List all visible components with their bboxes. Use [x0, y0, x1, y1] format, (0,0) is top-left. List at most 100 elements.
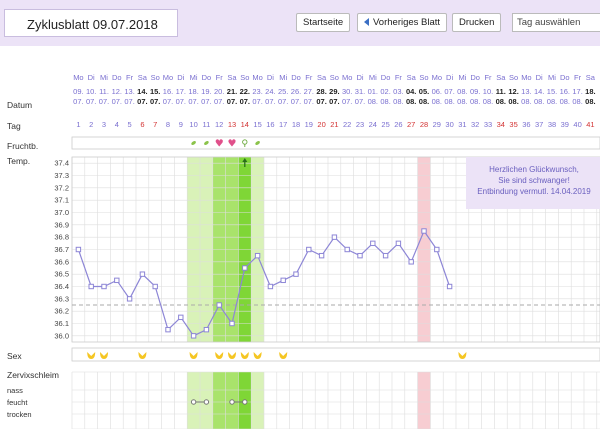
- date-month-label: 07.: [124, 97, 134, 106]
- date-day-label: 30.: [342, 87, 352, 96]
- date-day-label: 17.: [176, 87, 186, 96]
- cycle-day-label: 15: [253, 120, 261, 129]
- fertility-row: [71, 136, 600, 150]
- date-month-label: 07.: [329, 97, 339, 106]
- weekday-label: Do: [112, 73, 122, 82]
- date-day-label: 14.: [137, 87, 147, 96]
- weekday-label: Sa: [227, 73, 237, 82]
- date-day-label: 08.: [457, 87, 467, 96]
- temperature-point: [370, 240, 376, 247]
- date-month-label: 07.: [265, 97, 275, 106]
- date-month-label: 07.: [163, 97, 173, 106]
- intercourse-icon: [253, 352, 262, 359]
- temp-axis-label: 36.8: [54, 233, 69, 242]
- date-month-label: 07.: [342, 97, 352, 106]
- cycle-day-label: 40: [573, 120, 581, 129]
- fertile-window-mucus: [251, 372, 264, 429]
- temp-axis-label: 36.9: [54, 220, 69, 229]
- cycle-day-label: 17: [279, 120, 287, 129]
- weekday-label: Sa: [138, 73, 148, 82]
- date-month-label: 08.: [393, 97, 403, 106]
- date-month-label: 07.: [227, 97, 237, 106]
- cycle-day-label: 38: [548, 120, 556, 129]
- intercourse-icon: [240, 352, 249, 359]
- date-month-label: 07.: [150, 97, 160, 106]
- intercourse-icon: [215, 352, 224, 359]
- date-day-label: 09.: [470, 87, 480, 96]
- cycle-day-label: 11: [203, 120, 211, 129]
- cycle-day-label: 14: [241, 120, 249, 129]
- female-symbol-icon: [242, 139, 248, 145]
- temperature-point: [152, 283, 158, 290]
- mucus-point: [229, 399, 235, 405]
- date-day-label: 19.: [201, 87, 211, 96]
- pregnancy-notice-line2: Sie sind schwanger!: [498, 176, 570, 185]
- weekday-label: Fr: [574, 73, 582, 82]
- weekday-label: Di: [267, 73, 274, 82]
- date-day-label: 06.: [432, 87, 442, 96]
- date-month-label: 07.: [201, 97, 211, 106]
- intercourse-icon: [228, 352, 236, 359]
- date-day-label: 20.: [214, 87, 224, 96]
- temp-axis-label: 36.6: [54, 257, 69, 266]
- intercourse-icon: [279, 352, 288, 359]
- weekday-label: Di: [177, 73, 184, 82]
- cycle-day-label: 37: [535, 120, 543, 129]
- date-month-label: 08.: [432, 97, 442, 106]
- cycle-day-label: 13: [228, 120, 236, 129]
- weekday-label: Mi: [369, 73, 377, 82]
- date-day-label: 22.: [240, 87, 250, 96]
- temperature-point: [216, 302, 222, 308]
- date-month-label: 07.: [188, 97, 198, 106]
- date-day-label: 01.: [368, 87, 378, 96]
- temperature-point: [114, 277, 120, 284]
- weekday-label: Mo: [73, 73, 83, 82]
- date-month-label: 08.: [380, 97, 390, 106]
- mucus-point: [203, 399, 210, 405]
- cycle-day-label: 19: [305, 120, 313, 129]
- weekday-label: Mi: [190, 73, 198, 82]
- date-day-label: 03.: [393, 87, 403, 96]
- weekday-label: Fr: [126, 73, 134, 82]
- date-day-label: 11.: [99, 87, 109, 96]
- intercourse-icon: [138, 352, 147, 359]
- cycle-day-label: 36: [522, 120, 530, 129]
- mucus-grid: [71, 371, 600, 429]
- cycle-day-label: 34: [497, 120, 505, 129]
- date-month-label: 08.: [521, 97, 531, 106]
- cycle-chart[interactable]: Mo09.07.1Di10.07.2Mi11.07.3Do12.07.4Fr13…: [0, 0, 600, 429]
- temp-axis-label: 37.4: [54, 159, 69, 168]
- date-day-label: 10.: [483, 87, 493, 96]
- date-month-label: 08.: [419, 97, 429, 106]
- temperature-point: [178, 314, 184, 321]
- date-day-label: 18.: [585, 87, 595, 96]
- temperature-point: [88, 283, 94, 290]
- weekday-label: Mi: [458, 73, 466, 82]
- cycle-day-label: 26: [394, 120, 402, 129]
- temperature-point: [101, 283, 107, 290]
- cycle-day-label: 25: [381, 120, 389, 129]
- cycle-day-label: 2: [89, 120, 93, 129]
- heart-icon: ♥: [228, 139, 237, 150]
- date-month-label: 07.: [355, 97, 365, 106]
- cycle-day-label: 10: [189, 120, 197, 129]
- weekday-label: Di: [356, 73, 363, 82]
- intercourse-icon: [189, 352, 198, 359]
- temp-axis-label: 37.1: [54, 196, 69, 205]
- weekday-label: Mo: [521, 73, 531, 82]
- period-day-mucus: [417, 372, 431, 429]
- temperature-point: [408, 259, 414, 265]
- temperature-point: [126, 296, 133, 302]
- cycle-day-label: 16: [266, 120, 274, 129]
- temperature-point: [267, 283, 274, 290]
- date-day-label: 12.: [508, 87, 518, 96]
- weekday-label: Mo: [163, 73, 173, 82]
- temp-axis-label: 36.7: [54, 245, 69, 254]
- date-day-label: 09.: [73, 87, 83, 96]
- temperature-point: [344, 246, 350, 253]
- date-month-label: 07.: [304, 97, 314, 106]
- mucus-point: [242, 399, 248, 405]
- date-month-label: 07.: [176, 97, 186, 106]
- pregnancy-notice-line3: Entbindung vermutl. 14.04.2019: [477, 187, 591, 196]
- weekday-label: Mo: [342, 73, 352, 82]
